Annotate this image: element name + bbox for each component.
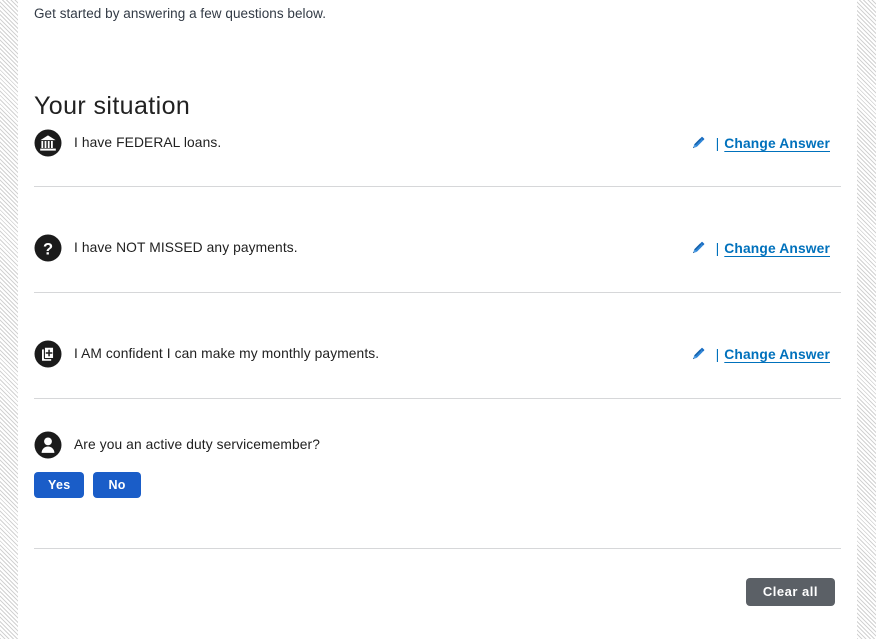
question-row-label: Are you an active duty servicemember? (74, 437, 321, 452)
question-row-active-duty: Are you an active duty servicemember? (34, 428, 841, 470)
answer-row-content: ? I have NOT MISSED any payments. (34, 231, 298, 265)
pencil-icon (688, 133, 708, 153)
bank-icon (34, 129, 62, 157)
person-icon (34, 431, 62, 459)
question-row-content: Are you an active duty servicemember? (34, 428, 320, 462)
separator-bar: | (715, 346, 720, 362)
separator-bar: | (715, 240, 720, 256)
row-divider-1 (34, 186, 841, 187)
svg-text:?: ? (43, 240, 53, 258)
page-root: Get started by answering a few questions… (0, 0, 876, 639)
clear-all-button[interactable]: Clear all (745, 578, 835, 606)
row-divider-2 (34, 292, 841, 293)
answer-row-federal-loans: I have FEDERAL loans. | Change Answer (34, 126, 841, 168)
left-gutter-pattern (0, 0, 18, 639)
pencil-icon (688, 344, 708, 364)
intro-text: Get started by answering a few questions… (34, 6, 327, 21)
row-divider-3 (34, 398, 841, 399)
change-answer-link-confidence[interactable]: | Change Answer (688, 344, 830, 364)
separator-bar: | (715, 135, 720, 151)
change-answer-label: Change Answer (724, 240, 830, 256)
yes-button[interactable]: Yes (34, 472, 85, 498)
right-gutter-pattern (857, 0, 876, 639)
answer-row-content: I AM confident I can make my monthly pay… (34, 337, 379, 371)
answer-row-label: I AM confident I can make my monthly pay… (74, 346, 380, 361)
answer-row-label: I have NOT MISSED any payments. (74, 240, 298, 255)
change-answer-label: Change Answer (724, 346, 830, 362)
change-answer-label: Change Answer (724, 135, 830, 151)
change-answer-link-missed-payments[interactable]: | Change Answer (688, 238, 830, 258)
document-plus-icon (34, 340, 62, 368)
answer-row-missed-payments: ? I have NOT MISSED any payments. | Chan… (34, 231, 841, 273)
active-duty-answer-buttons: Yes No (34, 472, 141, 498)
page-title: Your situation (34, 91, 191, 120)
content-area: Get started by answering a few questions… (18, 0, 857, 639)
pencil-icon (688, 238, 708, 258)
answer-row-label: I have FEDERAL loans. (74, 135, 222, 150)
no-button[interactable]: No (93, 472, 141, 498)
question-mark-icon: ? (34, 234, 62, 262)
answer-row-content: I have FEDERAL loans. (34, 126, 221, 160)
row-divider-4 (34, 548, 841, 549)
answer-row-confidence: I AM confident I can make my monthly pay… (34, 337, 841, 379)
change-answer-link-federal-loans[interactable]: | Change Answer (688, 133, 830, 153)
